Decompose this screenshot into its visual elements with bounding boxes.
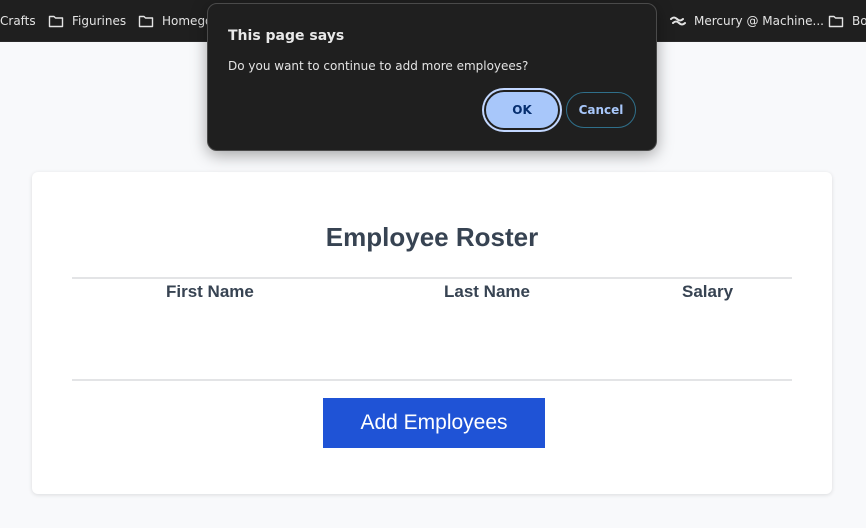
column-header-first-name: First Name <box>166 282 254 301</box>
employee-roster-card: Employee Roster First Name Last Name Sal… <box>32 172 832 494</box>
table-top-divider <box>72 277 792 279</box>
table-bottom-divider <box>72 379 792 381</box>
page-title: Employee Roster <box>325 222 539 252</box>
column-header-last-name: Last Name <box>444 282 530 301</box>
dialog-message: Do you want to continue to add more empl… <box>228 59 529 73</box>
mercury-icon <box>670 14 686 28</box>
ok-button[interactable]: OK <box>486 92 558 128</box>
bookmark-mercury[interactable]: Mercury @ Machine... <box>670 0 824 42</box>
bookmark-label: Crafts <box>0 14 36 28</box>
folder-icon <box>48 14 64 28</box>
add-employees-button[interactable]: Add Employees <box>323 398 545 448</box>
bookmark-label: Homego <box>162 14 213 28</box>
bookmark-label: Figurines <box>72 14 127 28</box>
bookmark-bo[interactable]: Bo <box>828 0 866 42</box>
bookmark-label: Mercury @ Machine... <box>694 14 824 28</box>
bookmark-crafts[interactable]: Crafts <box>0 0 36 42</box>
bookmark-figurines[interactable]: Figurines <box>48 0 126 42</box>
cancel-button[interactable]: Cancel <box>566 92 636 128</box>
folder-icon <box>828 14 844 28</box>
confirm-dialog: This page says Do you want to continue t… <box>207 3 657 151</box>
column-header-salary: Salary <box>682 282 734 301</box>
bookmark-label: Bo <box>852 14 866 28</box>
bookmark-homego[interactable]: Homego <box>138 0 212 42</box>
dialog-title: This page says <box>228 28 345 44</box>
folder-icon <box>138 14 154 28</box>
